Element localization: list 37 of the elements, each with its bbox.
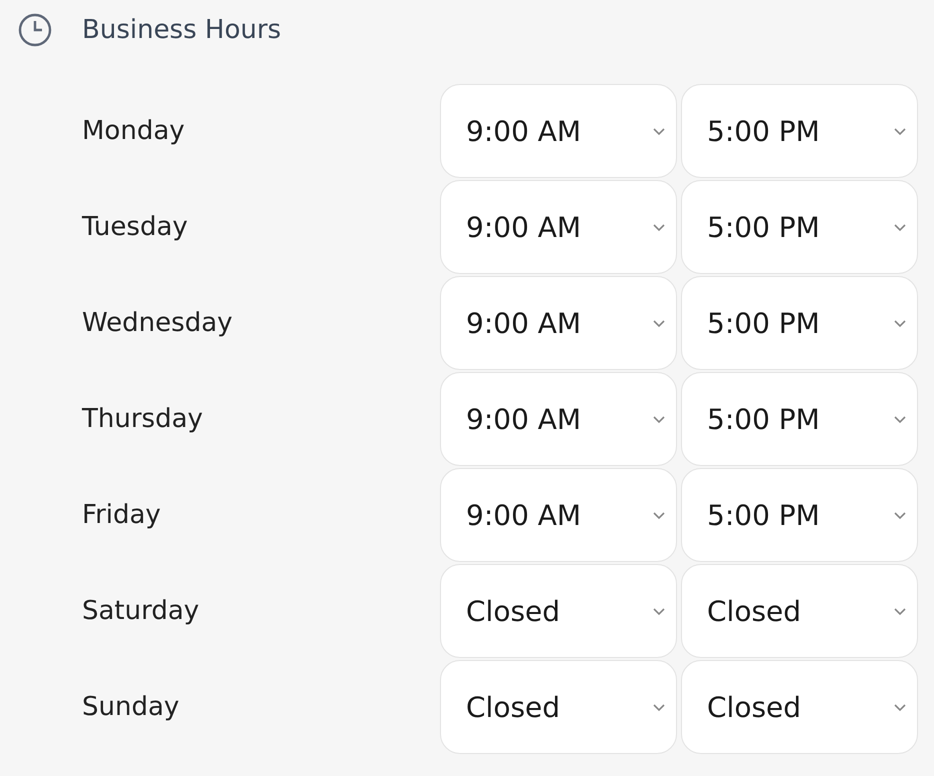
chevron-icon <box>652 702 666 712</box>
time-select[interactable]: 9:00 AM <box>440 276 677 370</box>
day-label: Saturday <box>82 596 200 626</box>
time-select[interactable]: Closed <box>681 660 918 754</box>
time-select[interactable]: 9:00 AM <box>440 84 677 178</box>
time-select[interactable]: Closed <box>440 564 677 658</box>
chevron-icon <box>652 222 666 232</box>
day-label: Monday <box>82 116 186 146</box>
day-label: Friday <box>82 500 162 530</box>
time-select[interactable]: Closed <box>440 660 677 754</box>
chevron-icon <box>652 126 666 136</box>
chevron-icon <box>893 414 907 424</box>
day-label: Tuesday <box>82 212 189 242</box>
day-label: Thursday <box>82 404 204 434</box>
chevron-icon <box>893 126 907 136</box>
day-label: Sunday <box>82 692 180 722</box>
chevron-icon <box>893 606 907 616</box>
time-select[interactable]: 5:00 PM <box>681 276 918 370</box>
chevron-icon <box>893 318 907 328</box>
chevron-icon <box>893 222 907 232</box>
clock-icon <box>17 12 53 48</box>
section-title: Business Hours <box>82 15 282 45</box>
time-select[interactable]: 5:00 PM <box>681 372 918 466</box>
chevron-icon <box>652 318 666 328</box>
chevron-icon <box>652 510 666 520</box>
time-select[interactable]: Closed <box>681 564 918 658</box>
time-select[interactable]: 9:00 AM <box>440 372 677 466</box>
time-select[interactable]: 9:00 AM <box>440 180 677 274</box>
chevron-icon <box>893 702 907 712</box>
time-select[interactable]: 5:00 PM <box>681 468 918 562</box>
time-select[interactable]: 9:00 AM <box>440 468 677 562</box>
time-select[interactable]: 5:00 PM <box>681 180 918 274</box>
chevron-icon <box>652 606 666 616</box>
chevron-icon <box>652 414 666 424</box>
chevron-icon <box>893 510 907 520</box>
day-label: Wednesday <box>82 308 234 338</box>
time-select[interactable]: 5:00 PM <box>681 84 918 178</box>
